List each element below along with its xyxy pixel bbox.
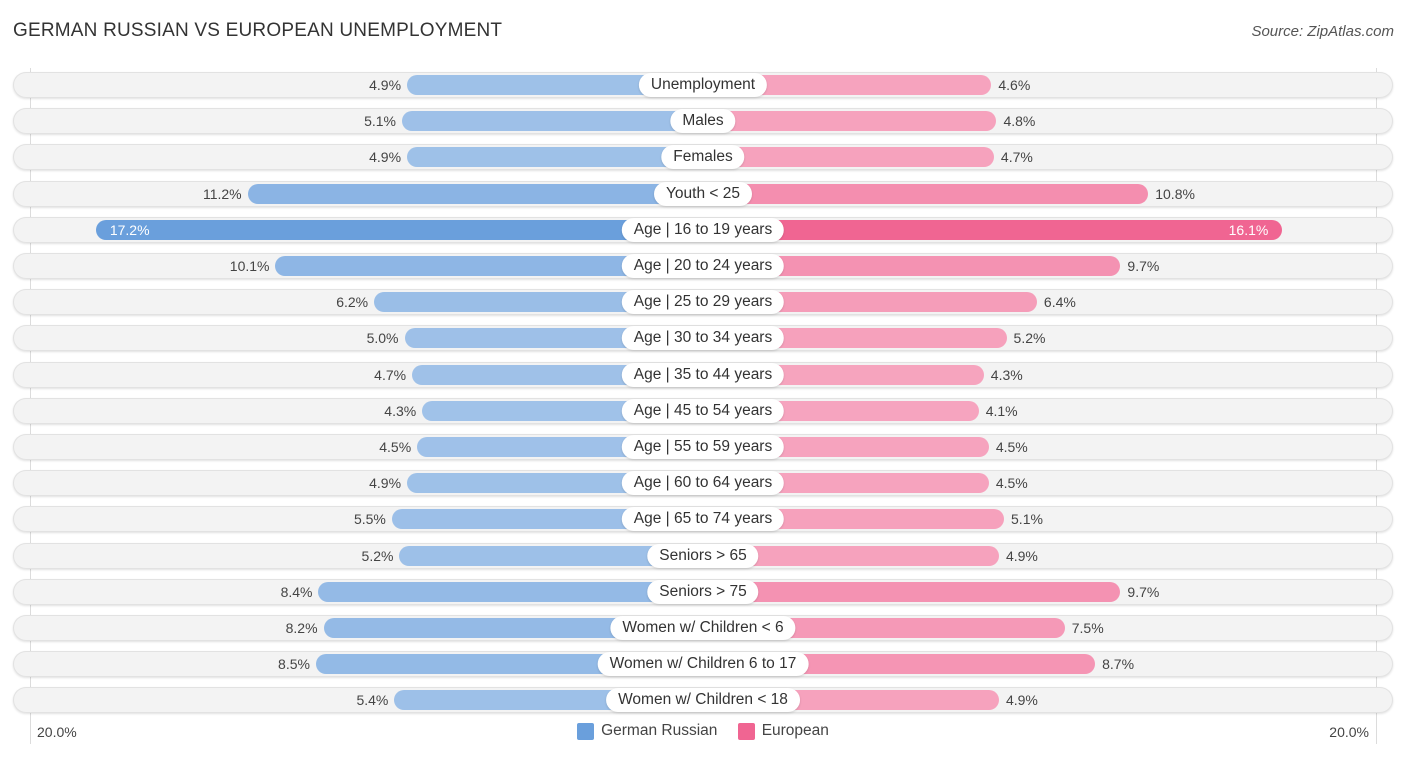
value-label-european: 4.6%: [998, 77, 1031, 93]
value-label-german-russian: 5.4%: [356, 692, 389, 709]
value-label-european: 4.3%: [990, 366, 1023, 383]
value-label-european: 4.9%: [1005, 547, 1038, 564]
value-label-european: 9.7%: [1127, 583, 1160, 600]
value-label-german-russian: 4.7%: [374, 366, 407, 383]
bar-european: [703, 183, 1149, 204]
value-label-german-russian: 8.4%: [280, 583, 313, 600]
category-label: Age | 60 to 64 years: [621, 471, 785, 496]
legend-swatch-european: [737, 722, 755, 740]
legend-label: European: [761, 722, 829, 739]
value-label-european: 4.7%: [1000, 149, 1033, 166]
category-label: Seniors > 75: [647, 579, 759, 604]
value-label-european: 6.4%: [1043, 294, 1076, 311]
bar-german-russian: [401, 111, 703, 132]
value-label-german-russian: 4.9%: [369, 77, 402, 93]
value-label-german-russian: 5.0%: [366, 330, 399, 347]
category-label: Males: [670, 109, 736, 134]
category-label: Age | 30 to 34 years: [621, 326, 785, 351]
value-label-german-russian: 4.9%: [369, 149, 402, 166]
value-label-german-russian: 8.2%: [285, 620, 318, 636]
value-label-european: 5.2%: [1013, 330, 1046, 347]
value-label-german-russian: 4.5%: [379, 439, 412, 455]
value-label-european: 7.5%: [1071, 620, 1104, 636]
value-label-european: 8.7%: [1102, 656, 1135, 673]
category-label: Age | 20 to 24 years: [621, 254, 785, 278]
value-label-german-russian: 8.5%: [278, 656, 310, 673]
value-label-german-russian: 5.2%: [361, 547, 394, 564]
legend-item-european: European: [737, 722, 829, 740]
category-label: Seniors > 65: [647, 543, 759, 568]
value-label-german-russian: 10.1%: [229, 258, 270, 274]
bar-german-russian: [95, 219, 703, 240]
category-label: Age | 16 to 19 years: [621, 217, 785, 242]
bar-european: [703, 219, 1283, 240]
bar-european: [703, 147, 994, 168]
value-label-german-russian: 4.3%: [384, 402, 417, 419]
bar-european: [703, 581, 1121, 602]
value-label-european: 4.1%: [985, 402, 1018, 419]
category-label: Age | 55 to 59 years: [621, 435, 785, 459]
legend-swatch-german-russian: [577, 722, 595, 740]
value-label-european: 16.1%: [1228, 221, 1269, 238]
value-label-german-russian: 5.5%: [353, 511, 386, 528]
value-label-german-russian: 6.2%: [336, 294, 369, 311]
legend: German Russian European: [0, 722, 1406, 745]
category-label: Age | 35 to 44 years: [621, 362, 785, 387]
category-label: Age | 65 to 74 years: [621, 507, 785, 532]
value-label-european: 4.8%: [1003, 113, 1036, 130]
value-label-german-russian: 5.1%: [364, 113, 396, 130]
category-label: Age | 25 to 29 years: [621, 290, 785, 315]
value-label-european: 10.8%: [1155, 185, 1195, 202]
value-label-european: 5.1%: [1011, 511, 1043, 528]
category-label: Age | 45 to 54 years: [621, 398, 785, 423]
category-label: Unemployment: [638, 73, 768, 97]
category-label: Females: [661, 145, 745, 170]
bar-german-russian: [247, 183, 703, 204]
category-label: Youth < 25: [654, 181, 752, 206]
bar-german-russian: [318, 581, 703, 602]
category-label: Women w/ Children 6 to 17: [597, 652, 809, 677]
bar-european: [703, 111, 997, 132]
value-label-european: 9.7%: [1127, 258, 1160, 274]
value-label-german-russian: 11.2%: [202, 185, 242, 202]
legend-label: German Russian: [601, 722, 718, 739]
value-label-german-russian: 4.9%: [369, 475, 402, 492]
legend-item-german-russian: German Russian: [577, 722, 717, 740]
bar-german-russian: [407, 147, 703, 168]
value-label-european: 4.5%: [995, 475, 1028, 492]
value-label-german-russian: 17.2%: [109, 221, 150, 238]
value-label-european: 4.9%: [1005, 692, 1038, 709]
value-label-european: 4.5%: [995, 439, 1028, 455]
category-label: Women w/ Children < 6: [610, 616, 796, 640]
category-label: Women w/ Children < 18: [606, 688, 800, 713]
chart-rows: 4.9% 4.6% Unemployment 5.1% 4.8% Males 4.9% 4.7…: [0, 0, 1406, 757]
